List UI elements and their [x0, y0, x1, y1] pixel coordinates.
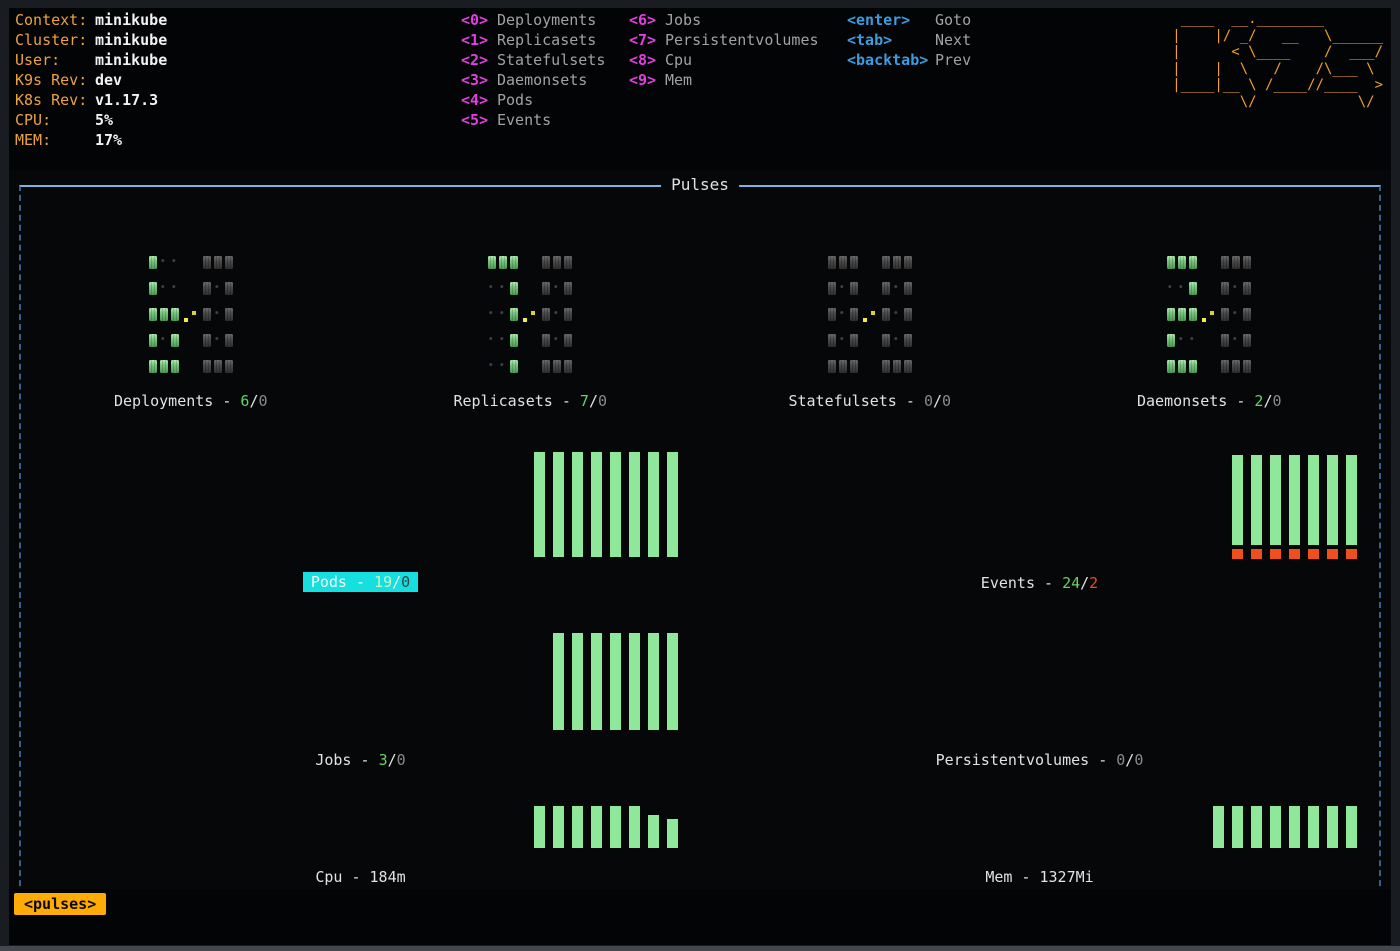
info-value: 17%	[95, 131, 122, 149]
menu-item-mem[interactable]: <9>Mem	[629, 70, 819, 90]
k9s-app-window: Context:minikube Cluster:minikube User:m…	[0, 0, 1400, 951]
shortcut-goto[interactable]: <enter>Goto	[847, 10, 971, 30]
pulses-panel: Pulses Deployments - 6/0 Replicasets - 7…	[19, 185, 1381, 896]
info-user: User:minikube	[15, 50, 167, 70]
hotkey: <tab>	[847, 30, 935, 50]
tile-deployments[interactable]: Deployments - 6/0	[21, 187, 361, 428]
menu-item-persistentvolumes[interactable]: <7>Persistentvolumes	[629, 30, 819, 50]
crumbs-bar: <pulses>	[9, 889, 1391, 945]
tile-pods[interactable]: Pods - 19/0	[21, 428, 700, 608]
k9s-ascii-logo: ____ __.________ | |/ _/ __ \______ | < …	[1172, 11, 1383, 110]
info-value: minikube	[95, 51, 167, 69]
menu-item-statefulsets[interactable]: <2>Statefulsets	[461, 50, 605, 70]
info-mem: MEM:17%	[15, 130, 167, 150]
pulses-grid: Deployments - 6/0 Replicasets - 7/0 Stat…	[21, 187, 1379, 894]
replicasets-dial	[488, 256, 572, 386]
menu-item-deployments[interactable]: <0>Deployments	[461, 10, 605, 30]
deployments-label: Deployments - 6/0	[114, 392, 268, 410]
deployments-dial	[149, 256, 233, 386]
info-k9s-rev: K9s Rev:dev	[15, 70, 167, 90]
mem-bar-chart	[1213, 806, 1357, 848]
tile-cpu[interactable]: Cpu - 184m	[21, 783, 700, 894]
pulses-crumb[interactable]: <pulses>	[14, 893, 106, 915]
tile-persistentvolumes[interactable]: Persistentvolumes - 0/0	[700, 608, 1379, 783]
pods-bar-chart	[534, 452, 678, 557]
info-label: MEM:	[15, 130, 95, 150]
menu-item-jobs[interactable]: <6>Jobs	[629, 10, 819, 30]
mem-label: Mem - 1327Mi	[985, 868, 1093, 886]
events-bar-chart	[1232, 455, 1357, 559]
tile-statefulsets[interactable]: Statefulsets - 0/0	[700, 187, 1040, 428]
info-label: CPU:	[15, 110, 95, 130]
menu-item-replicasets[interactable]: <1>Replicasets	[461, 30, 605, 50]
statefulsets-dial	[828, 256, 912, 386]
info-value: v1.17.3	[95, 91, 158, 109]
info-value: 5%	[95, 111, 113, 129]
info-label: Context:	[15, 10, 95, 30]
nav-shortcuts: <enter>Goto <tab>Next <backtab>Prev	[847, 10, 971, 70]
pods-label: Pods - 19/0	[303, 572, 418, 592]
statefulsets-label: Statefulsets - 0/0	[788, 392, 951, 410]
info-cpu: CPU:5%	[15, 110, 167, 130]
tile-jobs[interactable]: Jobs - 3/0	[21, 608, 700, 783]
terminal-surface: Context:minikube Cluster:minikube User:m…	[9, 8, 1391, 945]
resource-menu-col2: <6>Jobs <7>Persistentvolumes <8>Cpu <9>M…	[629, 10, 819, 90]
hotkey: <7>	[629, 30, 665, 50]
replicasets-label: Replicasets - 7/0	[453, 392, 607, 410]
info-value: minikube	[95, 11, 167, 29]
panel-title: Pulses	[661, 175, 739, 194]
info-label: User:	[15, 50, 95, 70]
window-bottom-edge	[0, 946, 1400, 951]
tile-events[interactable]: Events - 24/2	[700, 428, 1379, 608]
info-context: Context:minikube	[15, 10, 167, 30]
hotkey: <4>	[461, 90, 497, 110]
daemonsets-label: Daemonsets - 2/0	[1137, 392, 1282, 410]
hotkey: <8>	[629, 50, 665, 70]
hotkey: <6>	[629, 10, 665, 30]
cpu-label: Cpu - 184m	[315, 868, 405, 886]
shortcut-prev[interactable]: <backtab>Prev	[847, 50, 971, 70]
menu-item-events[interactable]: <5>Events	[461, 110, 605, 130]
shortcut-next[interactable]: <tab>Next	[847, 30, 971, 50]
tile-daemonsets[interactable]: Daemonsets - 2/0	[1040, 187, 1380, 428]
jobs-bar-chart	[553, 633, 678, 730]
hotkey: <3>	[461, 70, 497, 90]
resource-menu-col1: <0>Deployments <1>Replicasets <2>Statefu…	[461, 10, 605, 130]
info-value: dev	[95, 71, 122, 89]
tile-replicasets[interactable]: Replicasets - 7/0	[361, 187, 701, 428]
menu-item-cpu[interactable]: <8>Cpu	[629, 50, 819, 70]
hotkey: <9>	[629, 70, 665, 90]
info-cluster: Cluster:minikube	[15, 30, 167, 50]
info-label: K9s Rev:	[15, 70, 95, 90]
hotkey: <backtab>	[847, 50, 935, 70]
info-label: Cluster:	[15, 30, 95, 50]
tile-mem[interactable]: Mem - 1327Mi	[700, 783, 1379, 894]
info-value: minikube	[95, 31, 167, 49]
hotkey: <enter>	[847, 10, 935, 30]
cluster-info: Context:minikube Cluster:minikube User:m…	[15, 10, 167, 150]
cpu-bar-chart	[534, 806, 678, 848]
info-k8s-rev: K8s Rev:v1.17.3	[15, 90, 167, 110]
jobs-label: Jobs - 3/0	[315, 751, 405, 769]
hotkey: <1>	[461, 30, 497, 50]
hotkey: <0>	[461, 10, 497, 30]
info-label: K8s Rev:	[15, 90, 95, 110]
hotkey: <2>	[461, 50, 497, 70]
menu-item-daemonsets[interactable]: <3>Daemonsets	[461, 70, 605, 90]
persistentvolumes-label: Persistentvolumes - 0/0	[936, 751, 1144, 769]
menu-item-pods[interactable]: <4>Pods	[461, 90, 605, 110]
hotkey: <5>	[461, 110, 497, 130]
events-label: Events - 24/2	[981, 574, 1098, 592]
header: Context:minikube Cluster:minikube User:m…	[9, 8, 1391, 170]
daemonsets-dial	[1167, 256, 1251, 386]
